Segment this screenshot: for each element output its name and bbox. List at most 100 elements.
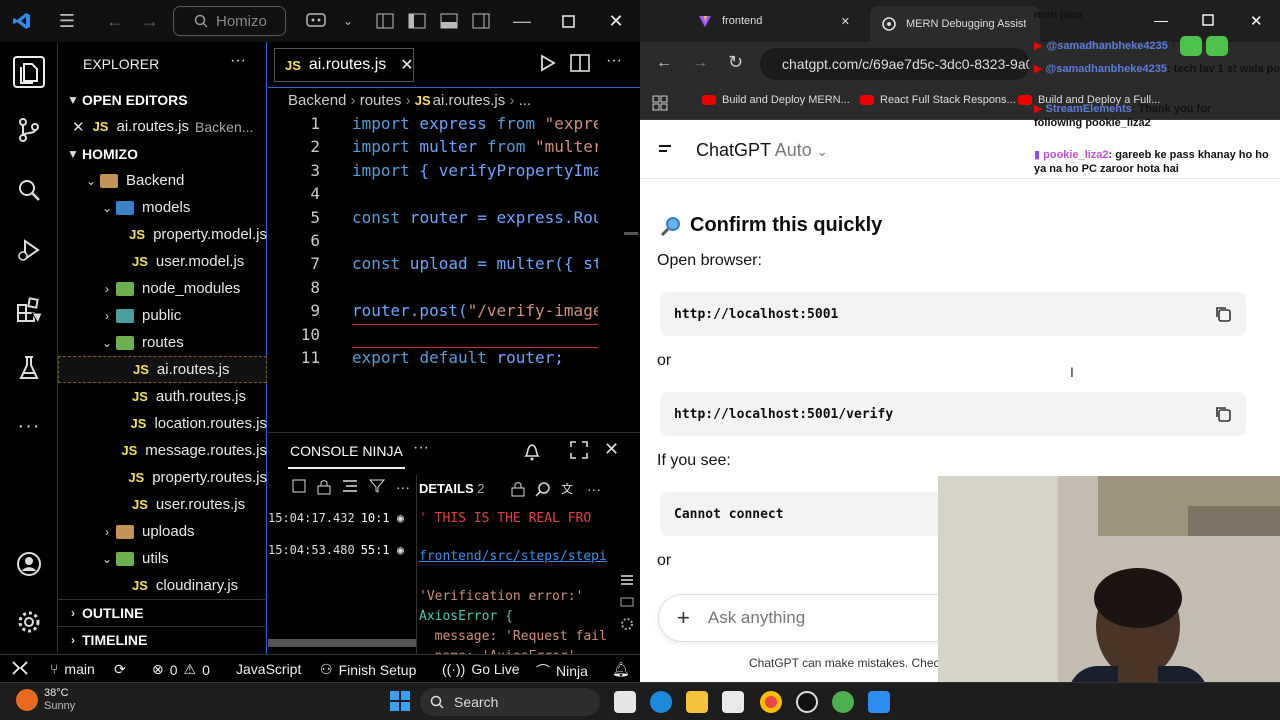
- code-line[interactable]: router.post("/verify-image: [352, 301, 598, 320]
- menu-icon[interactable]: ☰: [55, 9, 79, 33]
- filter-icon[interactable]: [369, 479, 385, 493]
- sync-icon[interactable]: ⟳: [114, 661, 126, 678]
- task-view-icon[interactable]: [614, 691, 636, 713]
- windows-start-icon[interactable]: [390, 691, 410, 711]
- explorer-icon[interactable]: [13, 56, 45, 88]
- checkbox-icon[interactable]: [292, 479, 306, 493]
- toolbar-more-icon[interactable]: ···: [396, 479, 410, 499]
- problems-indicator[interactable]: ⊗ 0 ⚠ 0: [152, 661, 210, 678]
- more-icon[interactable]: ···: [13, 410, 45, 442]
- code-line[interactable]: const upload = multer({ st: [352, 254, 598, 273]
- file-explorer-icon[interactable]: [686, 691, 708, 713]
- settings-icon[interactable]: [620, 617, 634, 631]
- code-line[interactable]: import multer from "multer: [352, 137, 598, 156]
- remote-icon[interactable]: [12, 661, 28, 675]
- open-editor-item[interactable]: ✕ JS ai.routes.js Backen...: [58, 113, 267, 140]
- project-section[interactable]: ▼ HOMIZO: [58, 140, 267, 167]
- tree-folder[interactable]: ⌄ models: [58, 194, 267, 221]
- tree-file[interactable]: JS auth.routes.js: [58, 383, 267, 410]
- back-arrow-icon[interactable]: ←: [103, 9, 127, 33]
- tree-file[interactable]: JS cloudinary.js: [58, 572, 267, 599]
- run-icon[interactable]: [538, 54, 556, 72]
- maximize-panel-icon[interactable]: [570, 441, 588, 459]
- weather-icon[interactable]: [16, 689, 38, 711]
- command-center-search[interactable]: Homizo: [173, 6, 286, 36]
- weather-widget[interactable]: 38°C Sunny: [44, 687, 75, 713]
- minimize-icon[interactable]: —: [1154, 12, 1168, 28]
- notifications-bell-icon[interactable]: 🔔︎: [612, 661, 630, 678]
- tree-folder[interactable]: › uploads: [58, 518, 267, 545]
- manage-gear-icon[interactable]: [13, 606, 45, 638]
- log-entry[interactable]: 15:04:17.432 10:1 ◉: [268, 511, 404, 525]
- reload-icon[interactable]: ↻: [728, 52, 743, 73]
- code-line[interactable]: import { verifyPropertyIma: [352, 161, 598, 180]
- close-icon[interactable]: ✕: [400, 55, 413, 75]
- copy-icon[interactable]: [1214, 405, 1232, 423]
- tree-folder[interactable]: › public: [58, 302, 267, 329]
- bell-icon[interactable]: [523, 441, 541, 461]
- open-editors-section[interactable]: ▼ OPEN EDITORS: [58, 86, 267, 113]
- extensions-icon[interactable]: [13, 294, 45, 326]
- finish-setup-button[interactable]: ⚇ Finish Setup: [320, 661, 416, 678]
- horizontal-scrollbar[interactable]: [268, 639, 416, 647]
- panel-more-icon[interactable]: ···: [413, 439, 429, 457]
- layout-icon[interactable]: [373, 9, 397, 33]
- back-arrow-icon[interactable]: ←: [656, 54, 672, 72]
- breadcrumb-backend[interactable]: Backend: [288, 92, 346, 109]
- breadcrumb-file[interactable]: ai.routes.js: [433, 92, 506, 109]
- model-selector[interactable]: ChatGPT Auto ⌄: [696, 140, 828, 161]
- lock-icon[interactable]: [511, 481, 525, 497]
- scrollbar-thumb[interactable]: [624, 232, 638, 235]
- tab-ai-routes[interactable]: JS ai.routes.js ✕: [274, 48, 414, 82]
- chatgpt-app-icon[interactable]: [796, 691, 818, 713]
- source-link[interactable]: frontend/src/steps/stepi: [419, 549, 611, 564]
- tree-folder[interactable]: ⌄ routes: [58, 329, 267, 356]
- tree-folder[interactable]: ⌄ utils: [58, 545, 267, 572]
- eye-icon[interactable]: ◉: [390, 511, 404, 525]
- sidebar-toggle-icon[interactable]: [658, 144, 674, 158]
- tree-folder[interactable]: › node_modules: [58, 275, 267, 302]
- toggle-secondary-sidebar-icon[interactable]: [469, 9, 493, 33]
- editor-more-icon[interactable]: ···: [606, 52, 622, 70]
- ninja-button[interactable]: ⌒ Ninja: [536, 661, 588, 681]
- testing-icon[interactable]: [13, 352, 45, 384]
- edge-icon[interactable]: [650, 691, 672, 713]
- chrome-icon[interactable]: [760, 691, 782, 713]
- chrome-profile-icon[interactable]: [832, 691, 854, 713]
- tree-file[interactable]: JS property.model.js: [58, 221, 267, 248]
- go-live-button[interactable]: ((·)) Go Live: [442, 661, 520, 677]
- tab-chatgpt[interactable]: MERN Debugging Assist: [870, 6, 1040, 42]
- tab-frontend[interactable]: frontend ✕: [686, 6, 862, 36]
- lock-icon[interactable]: [317, 479, 331, 495]
- list-icon[interactable]: [342, 479, 358, 493]
- toggle-sidebar-icon[interactable]: [405, 9, 429, 33]
- copy-icon[interactable]: [1214, 305, 1232, 323]
- search-icon[interactable]: [13, 174, 45, 206]
- split-editor-icon[interactable]: [570, 54, 590, 72]
- taskbar-search[interactable]: Search: [420, 688, 600, 716]
- close-panel-icon[interactable]: ✕: [604, 439, 619, 460]
- vscode-taskbar-icon[interactable]: [868, 691, 890, 713]
- copilot-icon[interactable]: [305, 9, 329, 33]
- code-line[interactable]: const router = express.Rou: [352, 208, 598, 227]
- close-icon[interactable]: ✕: [72, 118, 85, 136]
- timeline-section[interactable]: › TIMELINE: [58, 626, 267, 653]
- log-entry[interactable]: 15:04:53.480 55:1 ◉: [268, 543, 404, 557]
- more-actions-icon[interactable]: ···: [230, 52, 246, 70]
- maximize-icon[interactable]: [1202, 14, 1214, 26]
- toggle-panel-icon[interactable]: [437, 9, 461, 33]
- source-control-icon[interactable]: [13, 114, 45, 146]
- bookmark-1[interactable]: Build and Deploy MERN...: [702, 94, 850, 106]
- tree-file[interactable]: JS property.routes.js: [58, 464, 267, 491]
- tree-file[interactable]: JS ai.routes.js: [58, 356, 267, 383]
- plus-icon[interactable]: +: [677, 605, 690, 631]
- tree-file[interactable]: JS message.routes.js: [58, 437, 267, 464]
- maximize-icon[interactable]: [556, 9, 580, 33]
- branch-indicator[interactable]: ⑂ main: [50, 661, 95, 677]
- tree-file[interactable]: JS user.model.js: [58, 248, 267, 275]
- account-icon[interactable]: [13, 548, 45, 580]
- apps-grid-icon[interactable]: [652, 95, 668, 111]
- url-field[interactable]: chatgpt.com/c/69ae7d5c-3dc0-8323-9a0f-2: [760, 48, 1030, 80]
- code-line[interactable]: import express from "expre: [352, 114, 598, 133]
- eye-icon[interactable]: ◉: [390, 543, 404, 557]
